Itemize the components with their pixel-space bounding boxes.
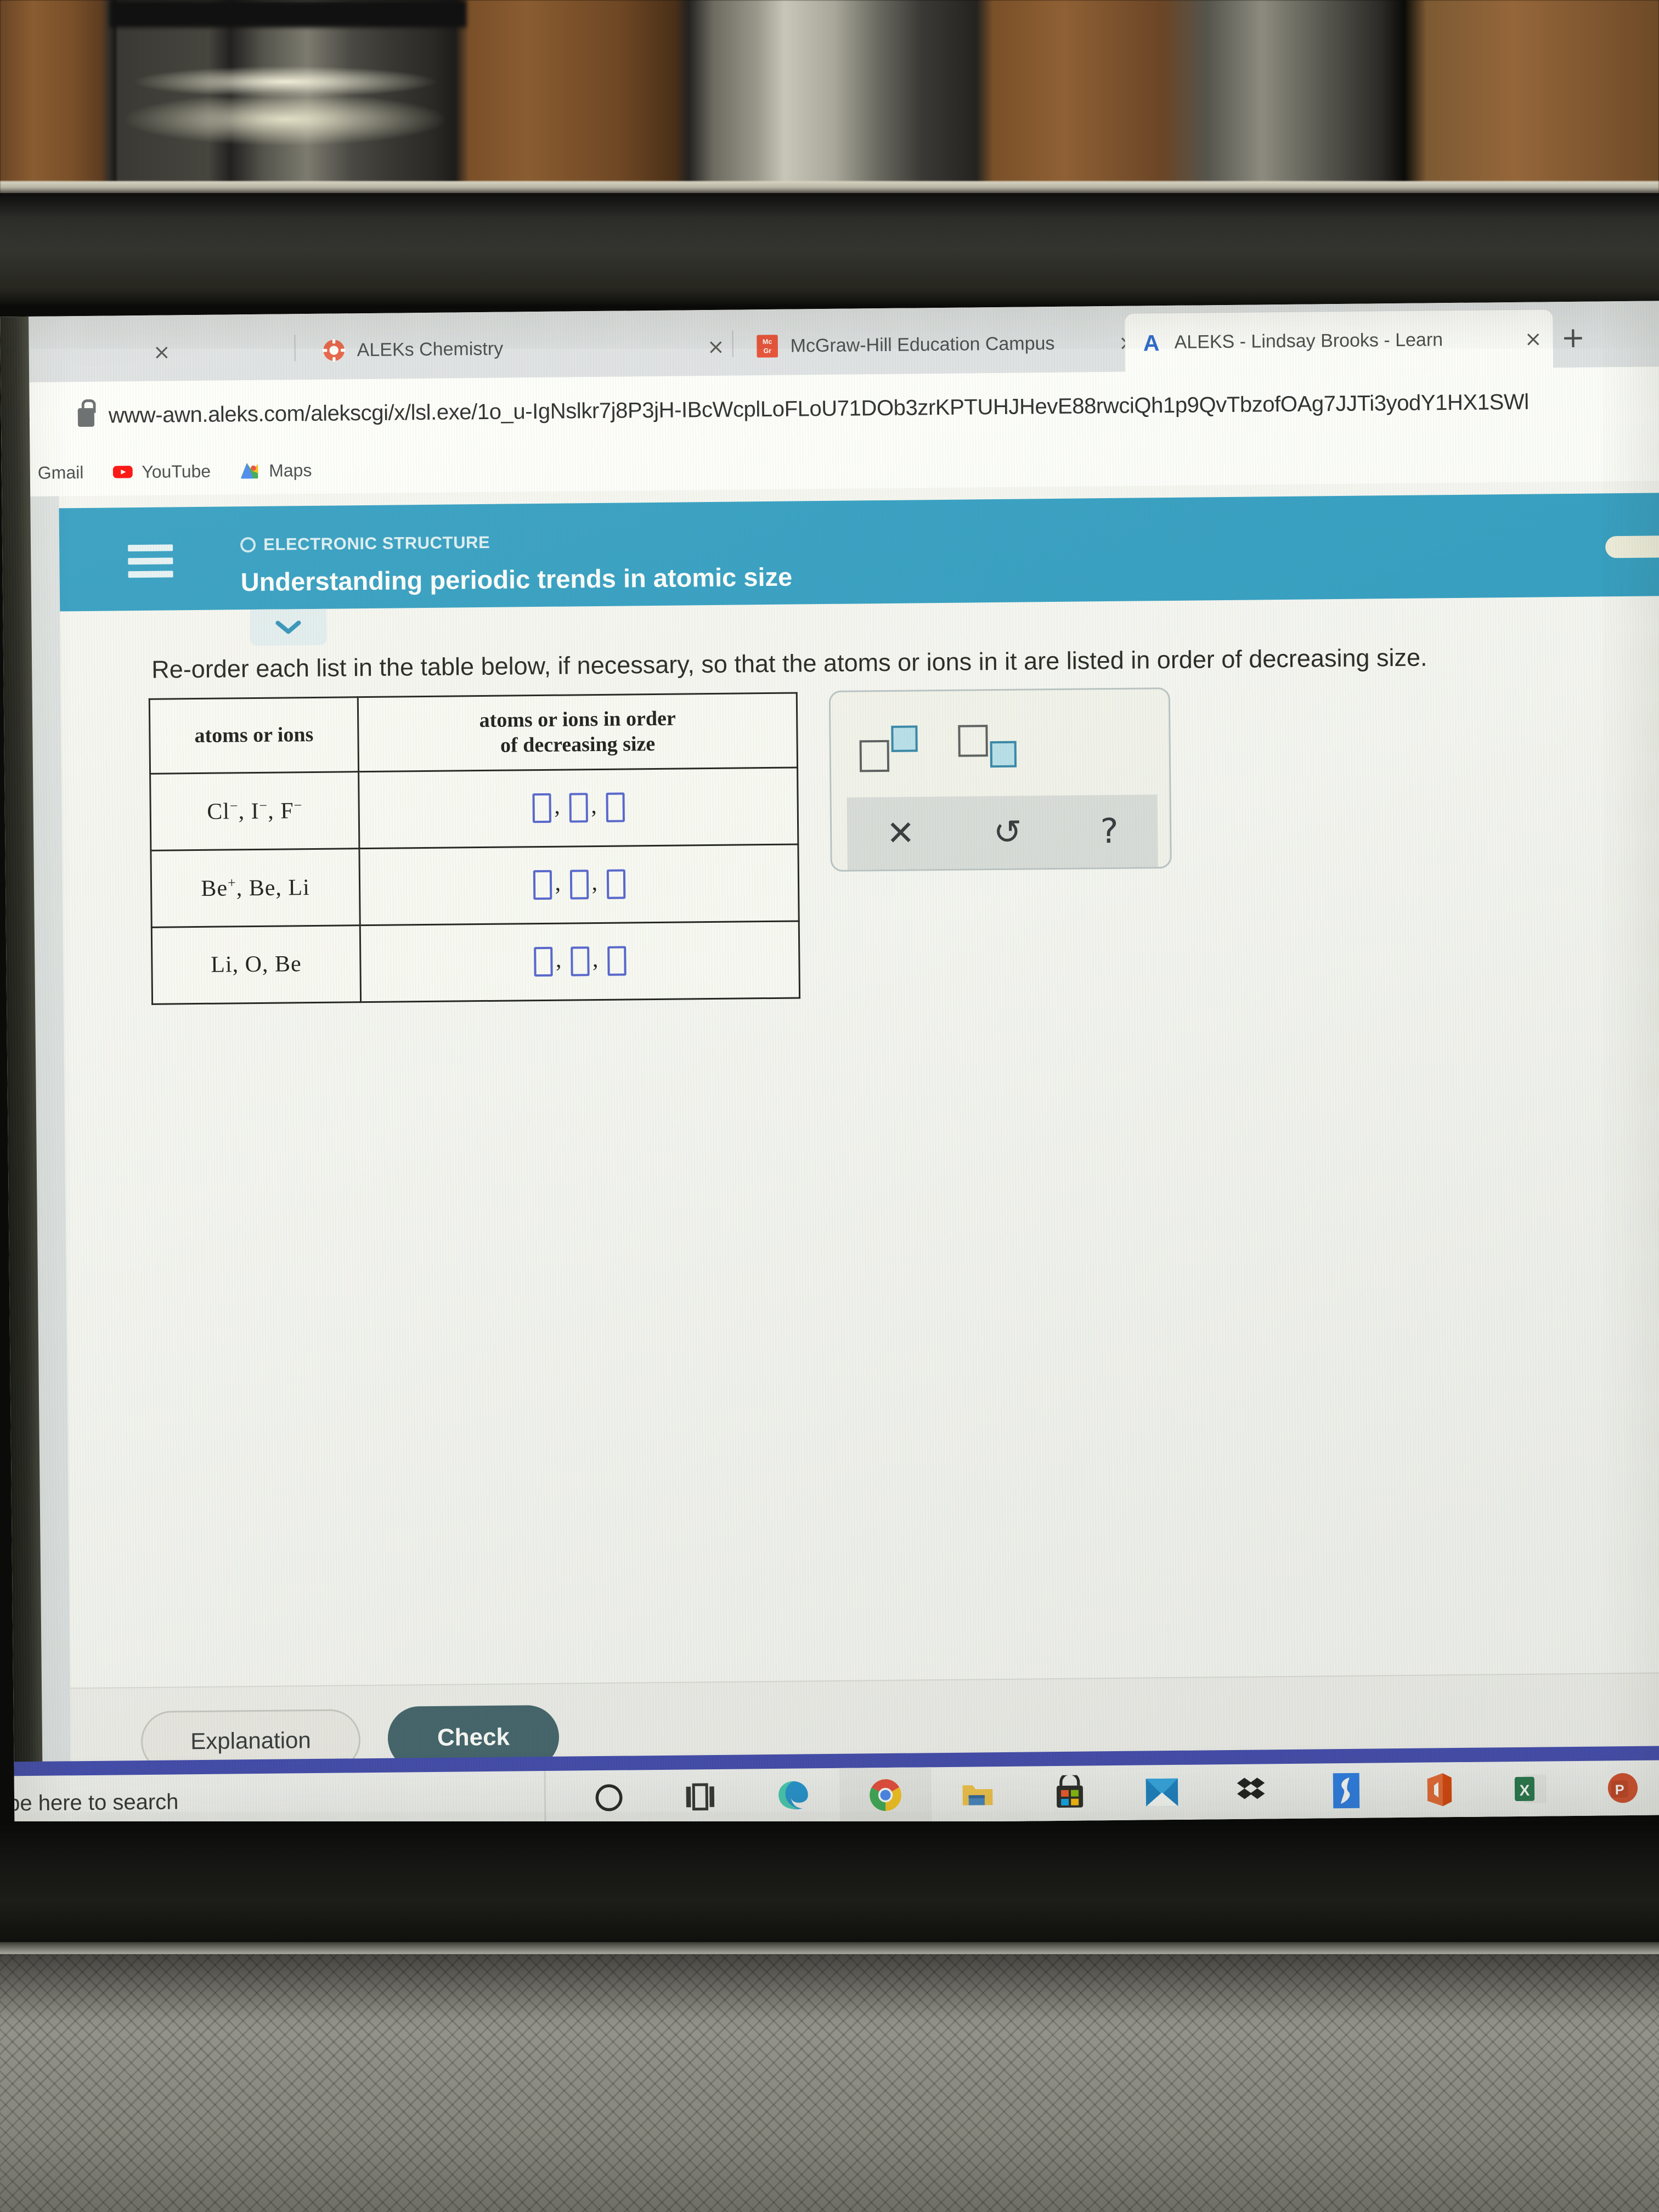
new-tab-button[interactable]: + [1561, 321, 1585, 354]
aleks-a-icon: A [1143, 330, 1160, 354]
tab-title: McGraw-Hill Education Campus [790, 332, 1055, 357]
bookmark-label: Maps [268, 460, 312, 481]
table-row: Li, O, Be , , [151, 921, 800, 1005]
row-2-answer-field[interactable]: , , [359, 844, 799, 926]
tab-close-button[interactable]: × [153, 340, 171, 364]
tab-close-button[interactable]: × [707, 335, 725, 359]
excel-icon[interactable]: X [1484, 1761, 1577, 1817]
column-header-decreasing-size: atoms or ions in order of decreasing size [358, 693, 798, 772]
svg-text:Gr: Gr [763, 347, 771, 354]
answer-box[interactable] [568, 793, 588, 823]
hamburger-menu-icon[interactable] [128, 544, 173, 578]
header-progress-pill[interactable] [1605, 535, 1659, 558]
row-3-answer-field[interactable]: , , [360, 921, 800, 1002]
bookmark-maps[interactable]: Maps [225, 460, 326, 482]
svg-text:P: P [1615, 1782, 1624, 1798]
bookmark-label: YouTube [142, 461, 211, 482]
cabinet-shadow [110, 0, 466, 27]
browser-tab-3[interactable]: Mc Gr McGraw-Hill Education Campus × [741, 313, 1147, 375]
kitchen-background [0, 0, 1659, 193]
laptop-bottom-bezel: hp [0, 1821, 1659, 1954]
answer-box[interactable] [606, 869, 625, 900]
answer-box[interactable] [570, 946, 590, 977]
table-row: Cl−, I−, F− , , [150, 767, 798, 851]
tab-title: ALEKS - Lindsay Brooks - Learn [1174, 329, 1443, 353]
tab-title: ALEKs Chemistry [357, 338, 504, 360]
url-text[interactable]: www-awn.aleks.com/alekscgi/x/lsl.exe/1o_… [109, 390, 1529, 428]
microsoft-store-icon[interactable] [1024, 1765, 1116, 1821]
laptop-top-bezel [0, 193, 1659, 454]
mail-icon[interactable] [1116, 1764, 1209, 1820]
progress-circle-icon [240, 537, 256, 553]
atoms-ions-table: atoms or ions atoms or ions in order of d… [148, 692, 801, 1005]
appliance-reflection-lower [126, 93, 444, 145]
answer-box[interactable] [569, 870, 589, 900]
table-row: Be+, Be, Li , , [150, 844, 799, 928]
aleks-topic-header: ELECTRONIC STRUCTURE Understanding perio… [59, 493, 1659, 612]
bookmark-label: Gmail [37, 462, 84, 483]
lock-icon [77, 408, 95, 427]
row-2-list: Be+, Be, Li [150, 848, 360, 928]
palette-action-row: ✕ ↺ ? [847, 794, 1158, 870]
mcgraw-hill-icon: Mc Gr [757, 335, 778, 358]
row-3-list: Li, O, Be [151, 925, 361, 1005]
topic-kicker: ELECTRONIC STRUCTURE [240, 533, 490, 555]
maps-icon [241, 462, 258, 479]
svg-text:Mc: Mc [763, 338, 772, 346]
topic-kicker-label: ELECTRONIC STRUCTURE [263, 532, 490, 554]
bookmark-youtube[interactable]: YouTube [98, 460, 225, 482]
svg-text:A: A [1143, 330, 1160, 354]
base-square-icon [859, 740, 890, 772]
tab-close-button[interactable]: × [1525, 326, 1542, 351]
superscript-square-icon [891, 725, 918, 752]
help-button[interactable]: ? [1100, 811, 1119, 851]
answer-box[interactable] [607, 946, 627, 977]
base-square-icon [958, 725, 988, 757]
aleks-page: ELECTRONIC STRUCTURE Understanding perio… [30, 481, 1659, 1831]
photograph-of-laptop: gs - UNF × ALEKs Chemistry × [0, 0, 1659, 2212]
row-1-list: Cl−, I−, F− [150, 771, 359, 851]
taskbar-search-box[interactable]: pe here to search [8, 1790, 179, 1816]
undo-button[interactable]: ↺ [993, 812, 1022, 852]
file-explorer-icon[interactable] [932, 1767, 1024, 1822]
edge-icon[interactable] [747, 1768, 840, 1824]
browser-tab-4-active[interactable]: A ALEKS - Lindsay Brooks - Learn × [1125, 309, 1554, 372]
laptop-base-shadow [0, 1954, 1659, 2020]
table-header-row: atoms or ions atoms or ions in order of d… [149, 693, 798, 774]
laptop-screen: gs - UNF × ALEKs Chemistry × [0, 301, 1659, 1831]
chrome-icon[interactable] [839, 1767, 932, 1823]
powerpoint-icon[interactable]: P [1576, 1760, 1659, 1816]
clear-button[interactable]: ✕ [886, 812, 915, 853]
taskbar-divider [544, 1770, 546, 1826]
task-view-icon[interactable] [655, 1769, 748, 1825]
answer-box[interactable] [532, 793, 551, 823]
chevron-down-icon [275, 620, 301, 634]
subscript-square-icon [990, 741, 1017, 768]
column-header-atoms-or-ions: atoms or ions [149, 697, 359, 774]
dropbox-icon[interactable] [1208, 1764, 1301, 1820]
answer-box[interactable] [533, 947, 553, 977]
palette-top-row [831, 689, 1170, 798]
row-1-answer-field[interactable]: , , [358, 767, 798, 849]
answer-box[interactable] [533, 870, 552, 900]
aleks-icon [323, 338, 346, 362]
youtube-icon [112, 466, 133, 478]
taskbar-icon-group: X P [563, 1760, 1659, 1825]
browser-tab-2[interactable]: ALEKs Chemistry × [307, 318, 736, 380]
expand-panel-button[interactable] [250, 608, 327, 646]
answer-box[interactable] [605, 792, 625, 823]
svg-text:X: X [1520, 1782, 1530, 1799]
cortana-icon[interactable] [563, 1770, 656, 1826]
tab-separator-1 [294, 335, 296, 362]
page-title: Understanding periodic trends in atomic … [240, 562, 793, 597]
question-prompt: Re-order each list in the table below, i… [151, 643, 1427, 684]
shareit-icon[interactable] [1300, 1763, 1393, 1819]
answer-tool-palette: ✕ ↺ ? [828, 687, 1172, 872]
office-icon[interactable] [1392, 1762, 1485, 1818]
